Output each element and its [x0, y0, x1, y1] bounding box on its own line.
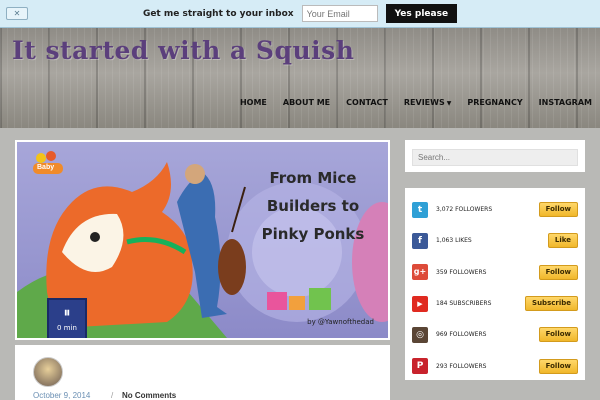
- image-title-overlay: From Mice Builders to Pinky Ponks: [253, 164, 373, 248]
- close-icon[interactable]: ✕: [6, 7, 28, 20]
- social-row-facebook: f 1,063 LIKES Like: [412, 225, 578, 256]
- nav-item-pregnancy[interactable]: PREGNANCY: [459, 98, 530, 107]
- babytv-logo: Baby: [31, 150, 65, 176]
- google-plus-follow-button[interactable]: Follow: [538, 264, 578, 280]
- meta-separator: /: [111, 391, 114, 400]
- social-row-instagram: ◎ 969 FOLLOWERS Follow: [412, 319, 578, 350]
- reading-time-label: 0 min: [57, 324, 77, 332]
- youtube-icon[interactable]: ▶: [412, 295, 428, 312]
- site-header: It started with a Squish HOME ABOUT ME C…: [0, 28, 600, 128]
- avatar[interactable]: [33, 357, 63, 387]
- email-signup-bar: ✕ Get me straight to your inbox Yes plea…: [0, 0, 600, 28]
- facebook-count: 1,063 LIKES: [436, 237, 472, 245]
- sidebar-search: [405, 140, 585, 172]
- twitter-icon[interactable]: t: [412, 201, 428, 218]
- pinterest-follow-button[interactable]: Follow: [538, 358, 578, 374]
- subscribe-button[interactable]: Yes please: [385, 4, 458, 23]
- facebook-like-button[interactable]: Like: [547, 233, 578, 249]
- nav-item-home[interactable]: HOME: [232, 98, 275, 107]
- nav-item-instagram[interactable]: INSTAGRAM: [531, 98, 600, 107]
- nav-item-contact[interactable]: CONTACT: [338, 98, 396, 107]
- main-nav: HOME ABOUT ME CONTACT REVIEWS ▼ PREGNANCY…: [232, 98, 600, 107]
- pause-icon: ⏸: [63, 304, 71, 320]
- featured-post-card: Baby From Mice Builders to Pinky Ponks ⏸…: [15, 140, 390, 340]
- facebook-icon[interactable]: f: [412, 232, 428, 249]
- social-counters: t 3,072 FOLLOWERS Follow f 1,063 LIKES L…: [405, 188, 585, 380]
- babytv-logo-text: Baby: [37, 164, 55, 171]
- reading-time-badge: ⏸ 0 min: [47, 298, 87, 338]
- twitter-follow-button[interactable]: Follow: [538, 202, 578, 218]
- instagram-follow-button[interactable]: Follow: [538, 327, 578, 343]
- email-field[interactable]: [301, 5, 378, 22]
- search-input[interactable]: [412, 149, 578, 166]
- signup-text: Get me straight to your inbox: [142, 8, 294, 19]
- post-meta: October 9, 2014 / No Comments: [15, 345, 390, 400]
- chevron-down-icon: ▼: [446, 100, 452, 107]
- social-row-google-plus: g+ 359 FOLLOWERS Follow: [412, 257, 578, 288]
- featured-image[interactable]: Baby From Mice Builders to Pinky Ponks ⏸…: [17, 142, 388, 338]
- instagram-icon[interactable]: ◎: [412, 326, 428, 343]
- pinterest-icon[interactable]: P: [412, 358, 428, 375]
- babytv-logo-graphic: [33, 151, 63, 174]
- image-title-line: From Mice: [269, 169, 357, 187]
- social-row-youtube: ▶ 184 SUBSCRIBERS Subscribe: [412, 288, 578, 319]
- google-plus-icon[interactable]: g+: [412, 264, 428, 281]
- nav-item-reviews[interactable]: REVIEWS ▼: [396, 98, 459, 107]
- nav-item-reviews-label: REVIEWS: [403, 98, 445, 107]
- youtube-subscribe-button[interactable]: Subscribe: [525, 296, 578, 312]
- twitter-count: 3,072 FOLLOWERS: [436, 206, 493, 214]
- pinterest-count: 293 FOLLOWERS: [436, 362, 487, 370]
- image-title-line: Builders to: [266, 197, 360, 215]
- instagram-count: 969 FOLLOWERS: [436, 331, 487, 339]
- nav-item-about-me[interactable]: ABOUT ME: [275, 98, 338, 107]
- google-plus-count: 359 FOLLOWERS: [436, 268, 487, 276]
- post-date[interactable]: October 9, 2014: [33, 391, 90, 400]
- social-row-twitter: t 3,072 FOLLOWERS Follow: [412, 194, 578, 225]
- youtube-count: 184 SUBSCRIBERS: [436, 300, 492, 308]
- social-row-pinterest: P 293 FOLLOWERS Follow: [412, 350, 578, 381]
- image-credit: by @Yawnofthedad: [307, 318, 374, 326]
- comments-link[interactable]: No Comments: [122, 391, 176, 400]
- image-title-line: Pinky Ponks: [261, 225, 365, 243]
- site-title[interactable]: It started with a Squish: [12, 36, 354, 65]
